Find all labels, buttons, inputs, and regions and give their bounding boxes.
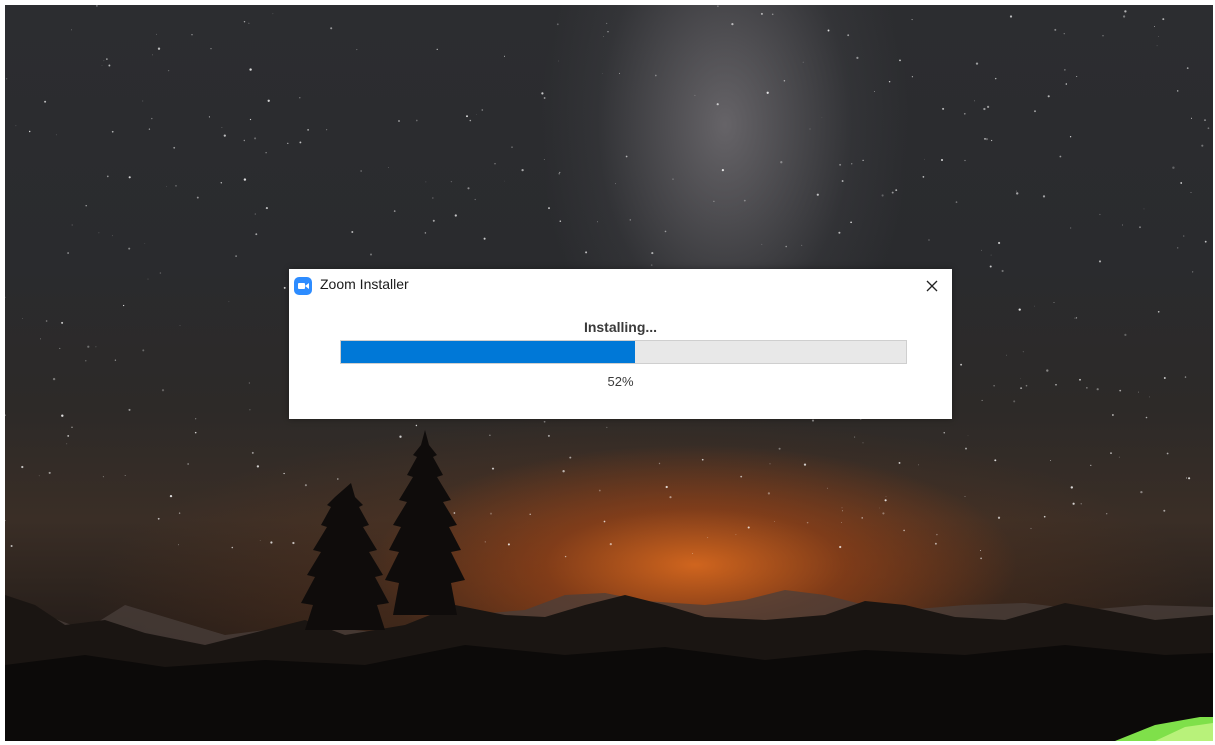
install-progress-fill — [341, 341, 635, 363]
install-status: Installing... — [583, 319, 658, 335]
dialog-title: Zoom Installer — [320, 276, 409, 292]
close-button[interactable] — [919, 273, 945, 299]
installer-dialog: Zoom Installer Installing... 52% — [289, 269, 952, 419]
install-progress-bar — [340, 340, 907, 364]
progress-percent: 52% — [607, 374, 634, 389]
dialog-titlebar[interactable]: Zoom Installer — [289, 269, 952, 301]
zoom-camera-icon — [294, 277, 312, 295]
close-icon — [926, 280, 938, 292]
